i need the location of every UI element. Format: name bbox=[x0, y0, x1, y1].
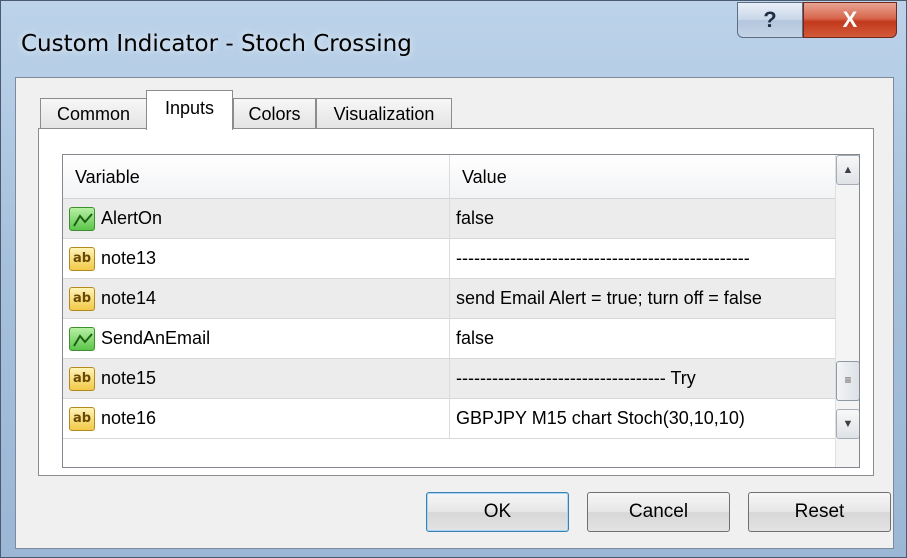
value-cell[interactable]: false bbox=[449, 199, 835, 238]
scroll-up-button[interactable]: ▲ bbox=[836, 155, 859, 185]
bool-icon bbox=[69, 206, 95, 231]
reset-button[interactable]: Reset bbox=[748, 492, 891, 532]
table-row[interactable]: ab note15 ------------------------------… bbox=[63, 359, 835, 399]
string-icon: ab bbox=[69, 246, 95, 271]
inputs-panel: Variable Value AlertOn false ab note13 -… bbox=[38, 128, 874, 476]
title-bar[interactable]: Custom Indicator - Stoch Crossing ? X bbox=[1, 1, 906, 83]
variable-name: AlertOn bbox=[101, 208, 163, 228]
value-cell[interactable]: ----------------------------------- Try bbox=[449, 359, 835, 398]
string-icon: ab bbox=[69, 406, 95, 431]
table-row[interactable]: ab note14 send Email Alert = true; turn … bbox=[63, 279, 835, 319]
vertical-scrollbar[interactable]: ▲ ≡ ▼ bbox=[835, 155, 859, 467]
table-row[interactable]: AlertOn false bbox=[63, 199, 835, 239]
variable-name: note14 bbox=[101, 288, 157, 308]
table-row[interactable]: ab note16 GBPJPY M15 chart Stoch(30,10,1… bbox=[63, 399, 835, 439]
table-row[interactable]: ab note13 ------------------------------… bbox=[63, 239, 835, 279]
grid-header: Variable Value bbox=[63, 155, 835, 199]
variable-name: note16 bbox=[101, 408, 157, 428]
column-header-variable[interactable]: Variable bbox=[63, 155, 449, 199]
value-cell[interactable]: false bbox=[449, 319, 835, 358]
ok-button[interactable]: OK bbox=[426, 492, 569, 532]
bool-icon bbox=[69, 326, 95, 351]
variable-name: note15 bbox=[101, 368, 157, 388]
help-button[interactable]: ? bbox=[737, 2, 803, 38]
window-title: Custom Indicator - Stoch Crossing bbox=[21, 31, 412, 57]
cancel-button[interactable]: Cancel bbox=[587, 492, 730, 532]
tab-colors[interactable]: Colors bbox=[233, 98, 316, 130]
close-button[interactable]: X bbox=[803, 2, 897, 38]
inputs-grid: Variable Value AlertOn false ab note13 -… bbox=[62, 154, 860, 468]
value-cell[interactable]: send Email Alert = true; turn off = fals… bbox=[449, 279, 835, 318]
dialog-body: Common Inputs Colors Visualization Varia… bbox=[15, 77, 894, 549]
value-cell[interactable]: ----------------------------------------… bbox=[449, 239, 835, 278]
tab-common[interactable]: Common bbox=[40, 98, 147, 130]
dialog-window: Custom Indicator - Stoch Crossing ? X Co… bbox=[0, 0, 907, 558]
scroll-thumb[interactable]: ≡ bbox=[836, 361, 859, 401]
column-header-value[interactable]: Value bbox=[449, 155, 835, 199]
string-icon: ab bbox=[69, 366, 95, 391]
table-row[interactable]: SendAnEmail false bbox=[63, 319, 835, 359]
tab-inputs[interactable]: Inputs bbox=[146, 90, 233, 130]
scroll-down-button[interactable]: ▼ bbox=[836, 409, 859, 439]
tab-visualization[interactable]: Visualization bbox=[316, 98, 452, 130]
string-icon: ab bbox=[69, 286, 95, 311]
value-cell[interactable]: GBPJPY M15 chart Stoch(30,10,10) bbox=[449, 399, 835, 438]
variable-name: note13 bbox=[101, 248, 157, 268]
variable-name: SendAnEmail bbox=[101, 328, 211, 348]
